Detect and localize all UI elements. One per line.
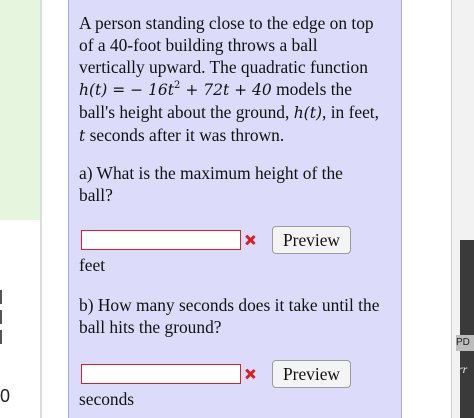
problem-line: of a 40-foot building throws a ball <box>79 35 318 55</box>
right-background-panel: PD rr <box>451 0 474 418</box>
left-edge-glyph: 0 <box>0 386 11 406</box>
left-edge-marks <box>0 290 4 346</box>
left-background-panel: 0 <box>0 0 62 418</box>
question-card: A person standing close to the edge on t… <box>68 0 402 418</box>
part-a-answer-row: Preview <box>79 226 393 254</box>
page-root: 0 PD rr A person standing close to the e… <box>0 0 474 418</box>
question-line: a) What is the maximum height of the <box>79 163 343 183</box>
problem-math: h(t) <box>293 104 322 122</box>
incorrect-x-icon <box>244 234 256 246</box>
part-b-question: b) How many seconds does it take until t… <box>79 294 393 338</box>
part-a-preview-button[interactable]: Preview <box>272 226 351 254</box>
part-a-answer-input[interactable] <box>81 230 241 250</box>
question-line: ball? <box>79 185 113 205</box>
question-line: ball hits the ground? <box>79 317 222 337</box>
part-b-unit-label: seconds <box>79 389 135 409</box>
problem-text: , in feet, <box>322 102 379 122</box>
problem-line: t seconds after it was thrown. <box>79 124 391 147</box>
function-rhs-b: + 72t + 40 <box>180 81 272 99</box>
problem-statement: A person standing close to the edge on t… <box>79 12 391 147</box>
right-edge-tag: PD <box>456 335 474 351</box>
problem-line: vertically upward. The quadratic functio… <box>79 57 368 77</box>
part-b-answer-row: Preview <box>79 360 393 388</box>
left-green-panel <box>0 0 41 220</box>
function-tail: models the <box>271 79 352 99</box>
problem-text: ball's height about the ground, <box>79 102 294 122</box>
question-line: b) How many seconds does it take until t… <box>79 295 380 315</box>
problem-text: seconds after it was thrown. <box>85 125 285 145</box>
part-b-preview-button[interactable]: Preview <box>272 360 351 388</box>
function-lhs: h(t) <box>79 81 108 99</box>
part-a-unit-label: feet <box>79 255 106 275</box>
problem-line: A person standing close to the edge on t… <box>79 13 374 33</box>
edge-mark <box>0 310 2 324</box>
incorrect-x-icon <box>244 368 256 380</box>
problem-line-function: h(t) = − 16t2 + 72t + 40 models the <box>79 78 391 101</box>
right-dark-panel <box>460 240 474 418</box>
edge-mark <box>0 290 2 304</box>
function-equals: = <box>107 81 131 99</box>
right-edge-tag-italic: rr <box>458 362 468 376</box>
part-b-answer-input[interactable] <box>81 364 241 384</box>
edge-mark <box>0 330 2 344</box>
part-a-question: a) What is the maximum height of the bal… <box>79 162 393 206</box>
function-rhs-a: − 16t <box>130 81 175 99</box>
problem-line: ball's height about the ground, h(t), in… <box>79 101 391 124</box>
left-divider <box>40 0 42 418</box>
